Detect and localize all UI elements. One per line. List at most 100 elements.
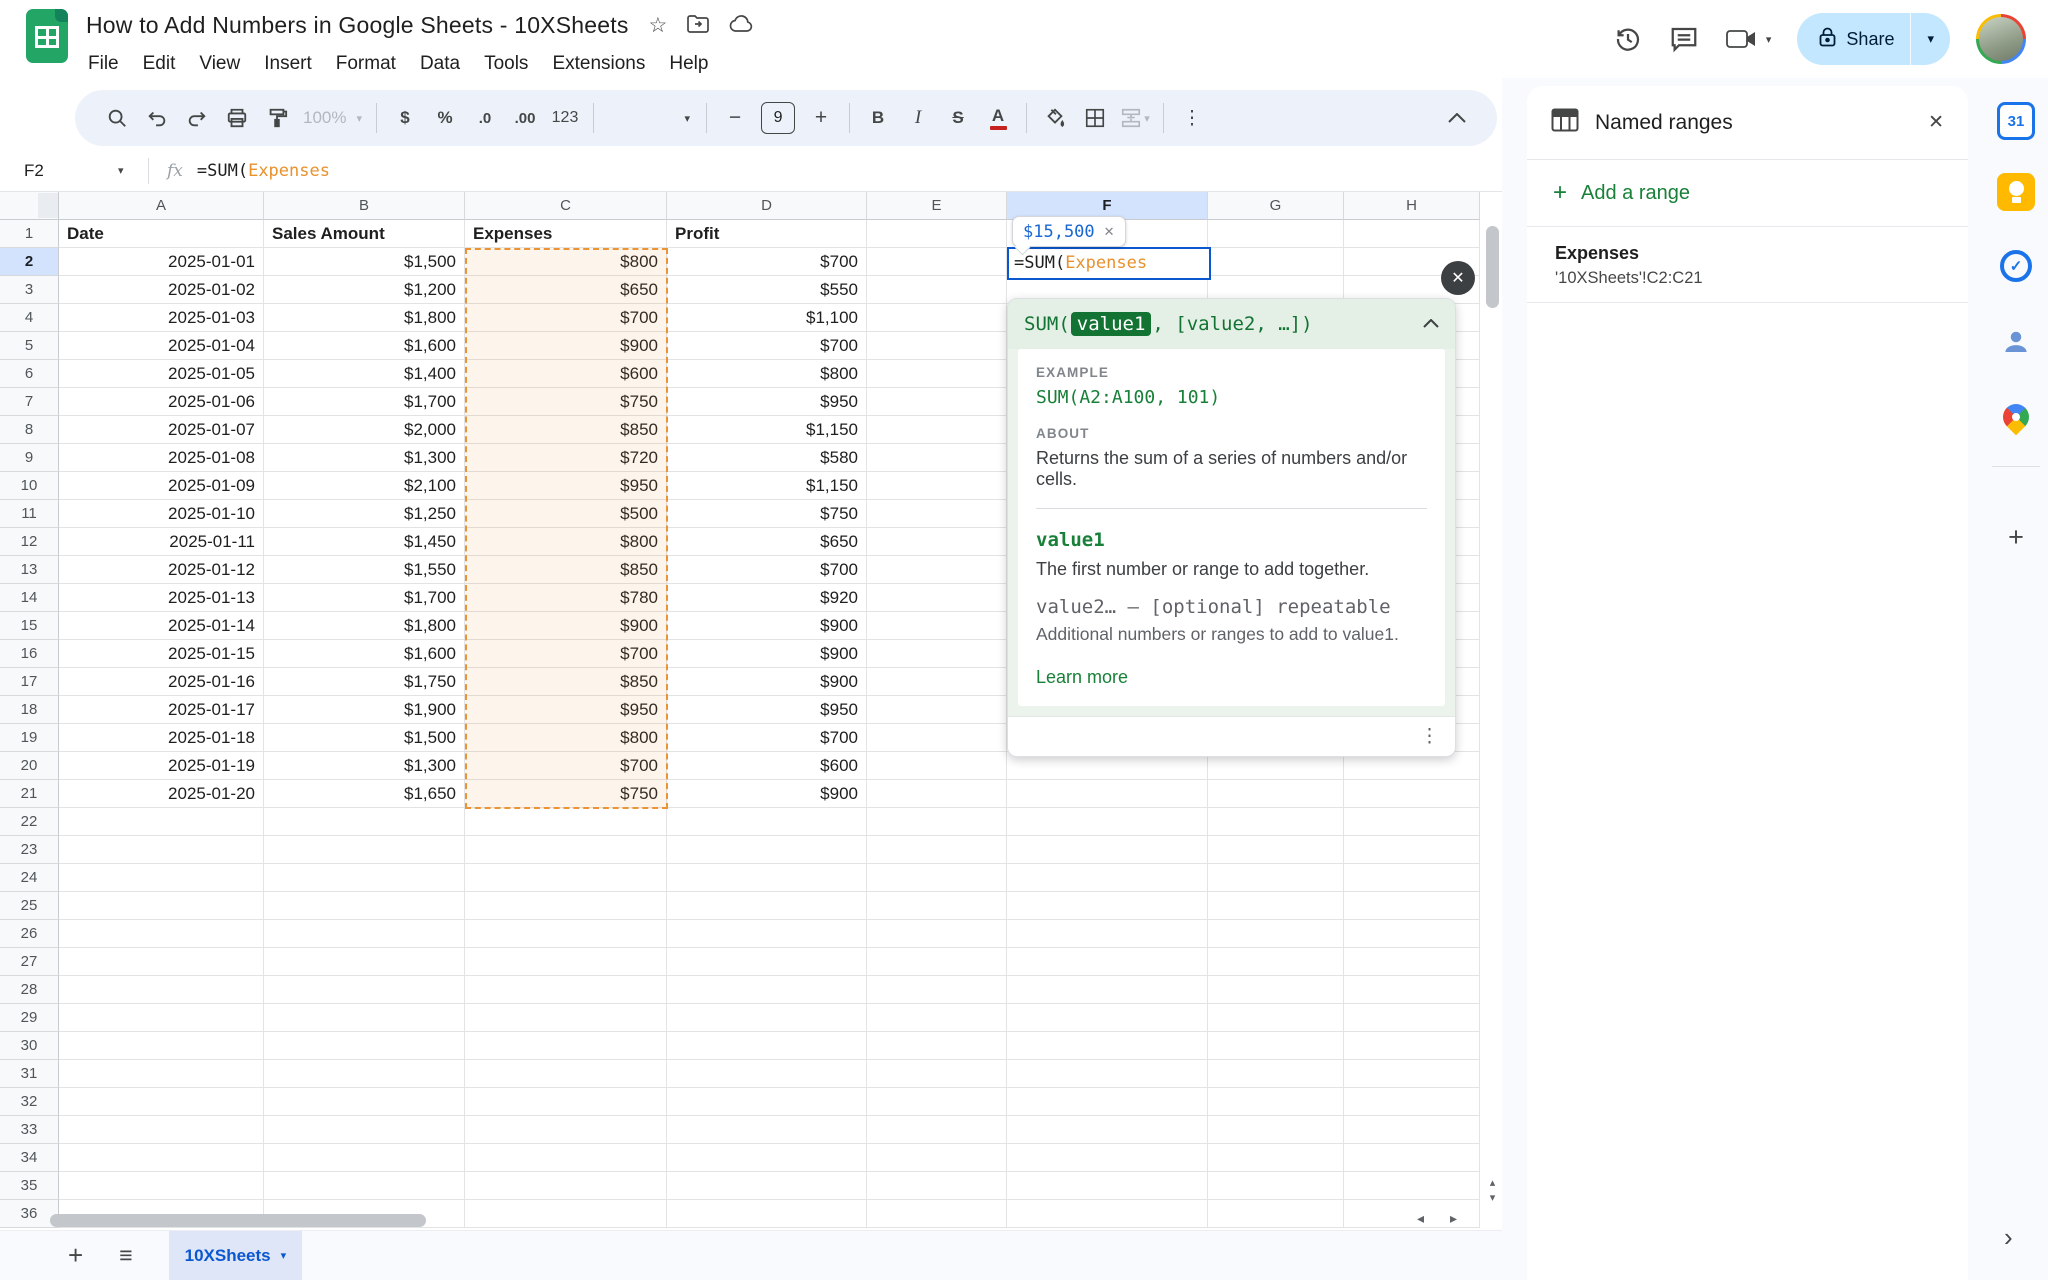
cell-E10[interactable] <box>867 472 1007 500</box>
cell-A10[interactable]: 2025-01-09 <box>59 472 264 500</box>
chip-close-icon[interactable]: ✕ <box>1104 224 1115 240</box>
cell-A22[interactable] <box>59 808 264 836</box>
comments-icon[interactable] <box>1669 24 1699 54</box>
menu-item-help[interactable]: Help <box>657 48 720 80</box>
row-header-15[interactable]: 15 <box>0 612 59 640</box>
cell-G22[interactable] <box>1208 808 1344 836</box>
cell-E19[interactable] <box>867 724 1007 752</box>
cell-E9[interactable] <box>867 444 1007 472</box>
cell-H24[interactable] <box>1344 864 1480 892</box>
cell-H26[interactable] <box>1344 920 1480 948</box>
italic-button[interactable]: I <box>898 98 938 138</box>
cell-E2[interactable] <box>867 248 1007 276</box>
cell-A26[interactable] <box>59 920 264 948</box>
cell-E26[interactable] <box>867 920 1007 948</box>
row-header-14[interactable]: 14 <box>0 584 59 612</box>
column-header-B[interactable]: B <box>264 192 465 220</box>
cell-G32[interactable] <box>1208 1088 1344 1116</box>
cell-F26[interactable] <box>1007 920 1208 948</box>
cell-H35[interactable] <box>1344 1172 1480 1200</box>
cell-E8[interactable] <box>867 416 1007 444</box>
cell-H23[interactable] <box>1344 836 1480 864</box>
cell-D21[interactable]: $900 <box>667 780 867 808</box>
cell-G33[interactable] <box>1208 1116 1344 1144</box>
cell-B29[interactable] <box>264 1004 465 1032</box>
cell-F31[interactable] <box>1007 1060 1208 1088</box>
cell-G29[interactable] <box>1208 1004 1344 1032</box>
menu-item-insert[interactable]: Insert <box>252 48 324 80</box>
tasks-icon[interactable]: ✓ <box>1997 247 2035 285</box>
menu-item-format[interactable]: Format <box>324 48 408 80</box>
cell-F25[interactable] <box>1007 892 1208 920</box>
cell-A14[interactable]: 2025-01-13 <box>59 584 264 612</box>
cell-B21[interactable]: $1,650 <box>264 780 465 808</box>
select-all-corner[interactable] <box>0 192 59 220</box>
cell-B23[interactable] <box>264 836 465 864</box>
cell-E20[interactable] <box>867 752 1007 780</box>
cell-D16[interactable]: $900 <box>667 640 867 668</box>
cell-B30[interactable] <box>264 1032 465 1060</box>
cell-G25[interactable] <box>1208 892 1344 920</box>
cell-A6[interactable]: 2025-01-05 <box>59 360 264 388</box>
cell-G35[interactable] <box>1208 1172 1344 1200</box>
row-header-30[interactable]: 30 <box>0 1032 59 1060</box>
cell-C36[interactable] <box>465 1200 667 1228</box>
cell-B24[interactable] <box>264 864 465 892</box>
column-header-D[interactable]: D <box>667 192 867 220</box>
cell-G2[interactable] <box>1208 248 1344 276</box>
cell-E18[interactable] <box>867 696 1007 724</box>
row-header-28[interactable]: 28 <box>0 976 59 1004</box>
row-header-1[interactable]: 1 <box>0 220 59 248</box>
cell-D2[interactable]: $700 <box>667 248 867 276</box>
keep-icon[interactable] <box>1997 173 2035 211</box>
cell-B31[interactable] <box>264 1060 465 1088</box>
cell-B6[interactable]: $1,400 <box>264 360 465 388</box>
cell-B34[interactable] <box>264 1144 465 1172</box>
cell-E32[interactable] <box>867 1088 1007 1116</box>
cell-C34[interactable] <box>465 1144 667 1172</box>
cell-B9[interactable]: $1,300 <box>264 444 465 472</box>
column-header-C[interactable]: C <box>465 192 667 220</box>
cell-A21[interactable]: 2025-01-20 <box>59 780 264 808</box>
name-box[interactable]: F2 <box>0 161 118 181</box>
cell-B32[interactable] <box>264 1088 465 1116</box>
cell-E22[interactable] <box>867 808 1007 836</box>
row-header-31[interactable]: 31 <box>0 1060 59 1088</box>
cell-H33[interactable] <box>1344 1116 1480 1144</box>
cell-B27[interactable] <box>264 948 465 976</box>
cell-H22[interactable] <box>1344 808 1480 836</box>
contacts-icon[interactable] <box>1997 323 2035 361</box>
cell-H30[interactable] <box>1344 1032 1480 1060</box>
cell-H1[interactable] <box>1344 220 1480 248</box>
cell-D20[interactable]: $600 <box>667 752 867 780</box>
row-header-13[interactable]: 13 <box>0 556 59 584</box>
maps-icon[interactable] <box>1997 398 2035 436</box>
cell-A30[interactable] <box>59 1032 264 1060</box>
video-call-icon[interactable]: ▾ <box>1725 26 1772 52</box>
cell-C1[interactable]: Expenses <box>465 220 667 248</box>
increase-font-size-button[interactable]: + <box>801 98 841 138</box>
row-header-6[interactable]: 6 <box>0 360 59 388</box>
cell-A4[interactable]: 2025-01-03 <box>59 304 264 332</box>
name-box-caret-icon[interactable]: ▾ <box>118 164 142 177</box>
row-header-29[interactable]: 29 <box>0 1004 59 1032</box>
menu-item-edit[interactable]: Edit <box>131 48 188 80</box>
cell-D19[interactable]: $700 <box>667 724 867 752</box>
get-addons-icon[interactable]: + <box>1997 518 2035 556</box>
named-range-item-expenses[interactable]: Expenses '10XSheets'!C2:C21 <box>1527 227 1968 303</box>
cell-B19[interactable]: $1,500 <box>264 724 465 752</box>
cell-D29[interactable] <box>667 1004 867 1032</box>
cell-B5[interactable]: $1,600 <box>264 332 465 360</box>
cell-C22[interactable] <box>465 808 667 836</box>
menu-item-extensions[interactable]: Extensions <box>540 48 657 80</box>
cell-D28[interactable] <box>667 976 867 1004</box>
move-folder-icon[interactable] <box>687 15 709 37</box>
cell-B28[interactable] <box>264 976 465 1004</box>
cell-B2[interactable]: $1,500 <box>264 248 465 276</box>
cell-B8[interactable]: $2,000 <box>264 416 465 444</box>
cell-F33[interactable] <box>1007 1116 1208 1144</box>
cell-G36[interactable] <box>1208 1200 1344 1228</box>
cell-H28[interactable] <box>1344 976 1480 1004</box>
cell-H27[interactable] <box>1344 948 1480 976</box>
column-header-H[interactable]: H <box>1344 192 1480 220</box>
